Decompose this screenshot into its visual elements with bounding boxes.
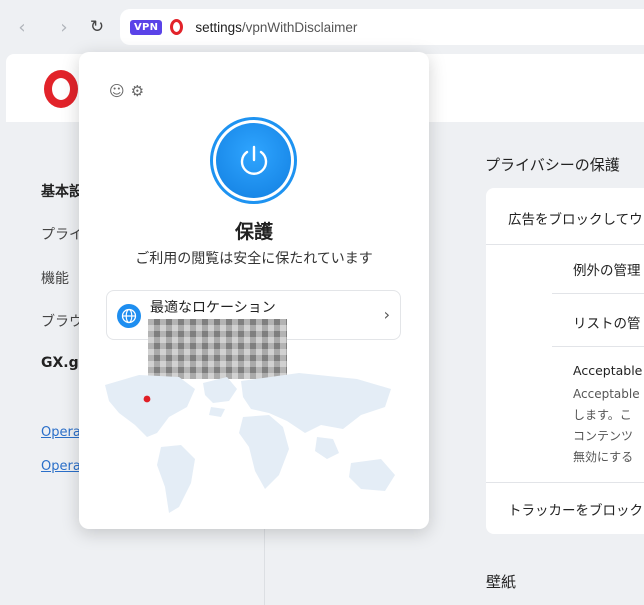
acceptable-ads-desc-3: コンテンツ: [573, 429, 634, 443]
vpn-status-title: 保護: [234, 221, 273, 243]
privacy-card: 広告をブロックしてウ 例外の管理 リストの管 Acceptable Accept…: [486, 188, 644, 534]
gear-icon[interactable]: ⚙: [131, 82, 144, 100]
acceptable-ads-desc-4: 無効にする: [573, 450, 634, 464]
sidebar-link-opera-1[interactable]: Opera: [41, 425, 81, 440]
sidebar-item-features[interactable]: 機能: [41, 268, 69, 288]
sidebar-item-basic[interactable]: 基本設: [41, 181, 83, 201]
manage-lists-link[interactable]: リストの管: [573, 312, 641, 332]
sidebar-item-privacy[interactable]: プライ: [41, 224, 83, 244]
block-ads-toggle-label[interactable]: 広告をブロックしてウ: [508, 208, 643, 228]
acceptable-ads-desc-1: Acceptable: [573, 387, 640, 401]
manage-exceptions-link[interactable]: 例外の管理: [573, 259, 641, 279]
reload-button[interactable]: ↻: [83, 13, 111, 41]
address-bar[interactable]: VPN settings/vpnWithDisclaimer: [120, 9, 644, 45]
acceptable-ads-title[interactable]: Acceptable: [573, 363, 642, 378]
card-divider: [486, 244, 644, 245]
wallpaper-section-title: 壁紙: [486, 573, 517, 591]
sidebar-item-browser[interactable]: ブラウ: [41, 311, 83, 331]
back-button[interactable]: ‹: [8, 13, 36, 41]
reload-icon: ↻: [89, 17, 105, 37]
chevron-right-icon: ›: [60, 16, 68, 38]
vpn-power-button[interactable]: [210, 117, 297, 204]
world-map: [105, 373, 395, 513]
vpn-badge[interactable]: VPN: [130, 19, 163, 35]
url-text[interactable]: settings/vpnWithDisclaimer: [195, 20, 357, 35]
sidebar-link-opera-2[interactable]: Opera: [41, 459, 81, 474]
feedback-smiley-icon[interactable]: ☺: [109, 82, 125, 100]
card-divider: [552, 293, 644, 294]
card-divider: [552, 346, 644, 347]
acceptable-ads-desc-2: します。こ: [573, 408, 632, 422]
vpn-popup: ☺ ⚙ 保護 ご利用の閲覧は安全に保たれています 最適なロケーション ›: [79, 52, 429, 529]
block-trackers-toggle-label[interactable]: トラッカーをブロック: [508, 499, 643, 519]
current-location-marker: [143, 395, 151, 403]
opera-icon: [170, 19, 184, 35]
chevron-left-icon: ‹: [18, 16, 26, 38]
section-title-privacy: プライバシーの保護: [485, 156, 620, 174]
browser-toolbar: ‹ › ↻ VPN settings/vpnWithDisclaimer: [0, 0, 644, 54]
vpn-status-description: ご利用の閲覧は安全に保たれています: [135, 251, 373, 267]
forward-button[interactable]: ›: [50, 13, 78, 41]
card-divider: [486, 482, 644, 483]
chevron-right-icon: ›: [383, 305, 390, 324]
globe-icon: [117, 304, 141, 328]
popup-toolbar: ☺ ⚙: [109, 82, 144, 100]
power-icon: [216, 123, 291, 198]
location-label: 最適なロケーション: [150, 300, 276, 316]
opera-logo-icon: [44, 70, 78, 108]
